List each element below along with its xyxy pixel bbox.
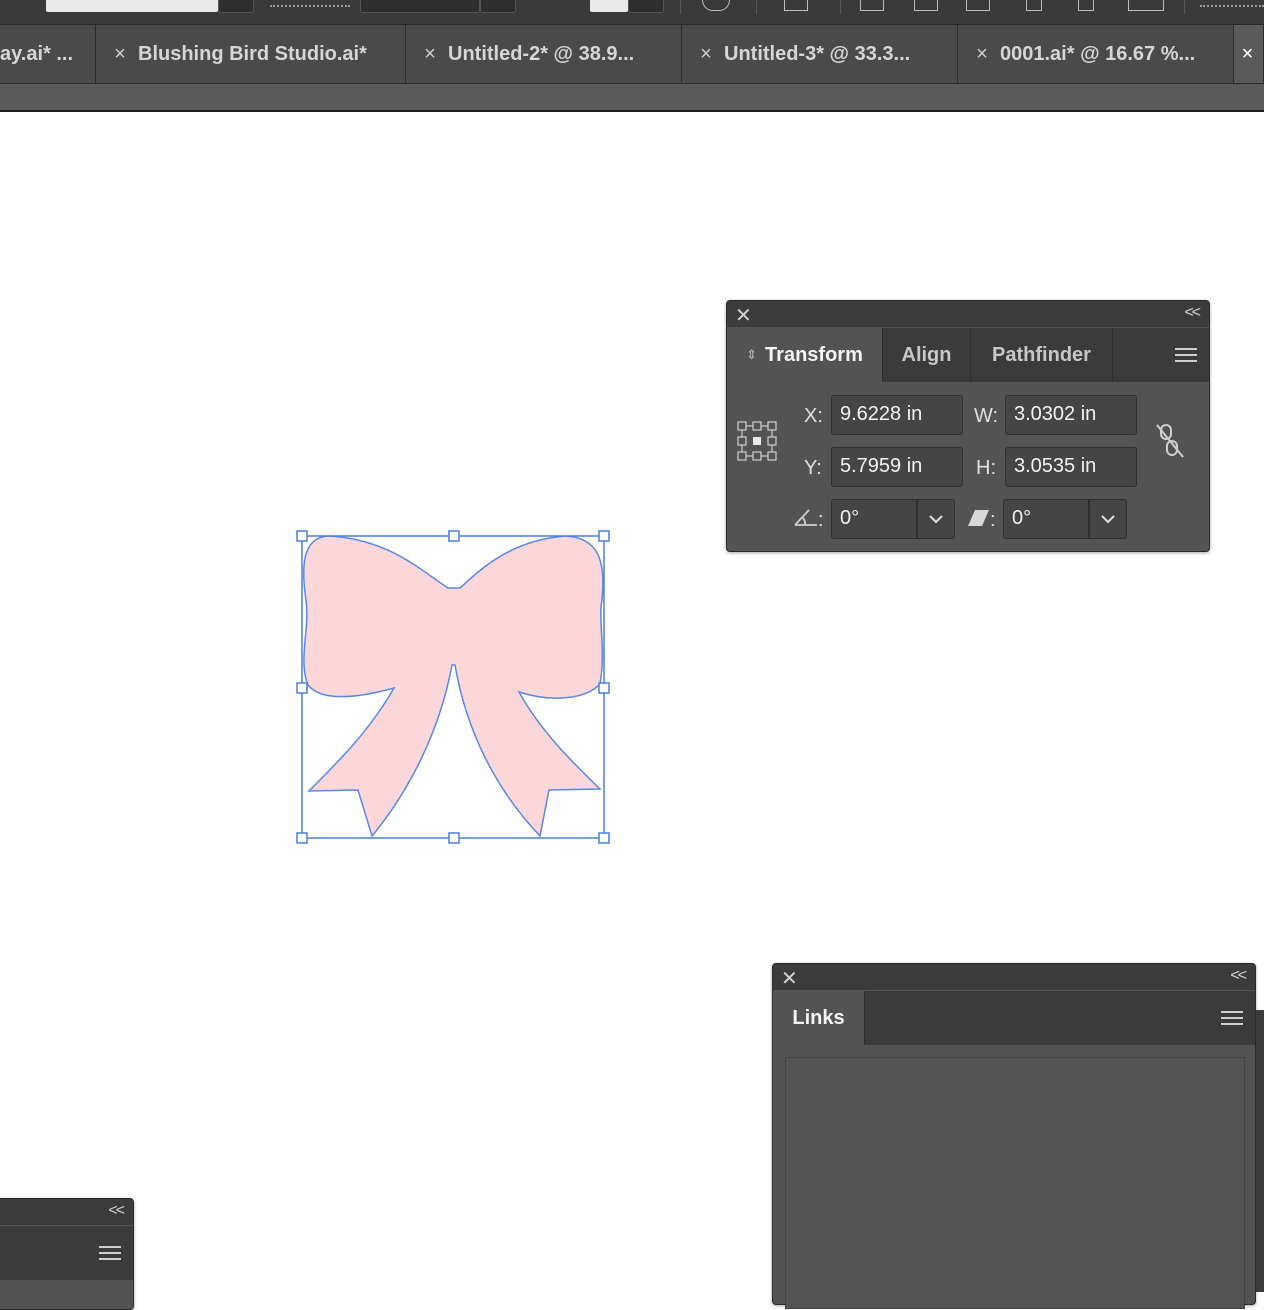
- y-label: Y:: [804, 457, 822, 479]
- align-left-icon[interactable]: [860, 0, 884, 11]
- y-field[interactable]: 5.7959 in: [831, 447, 963, 487]
- close-icon[interactable]: ✕: [735, 303, 752, 328]
- rotate-icon: [794, 509, 817, 526]
- tab-document-1[interactable]: ay.ai* ...: [0, 25, 96, 83]
- shear-dropdown[interactable]: [1089, 499, 1127, 539]
- transform-icon[interactable]: [784, 0, 808, 11]
- tab-blushing-bird-studio[interactable]: × Blushing Bird Studio.ai*: [96, 25, 406, 83]
- align-center-icon[interactable]: [914, 0, 938, 11]
- opacity-field[interactable]: [590, 0, 628, 12]
- panel-menu-icon[interactable]: [99, 1246, 121, 1260]
- panel-tabs: ⇕ Transform Align Pathfinder: [727, 328, 1209, 382]
- globe-icon[interactable]: [702, 0, 730, 11]
- rotate-label: :: [818, 509, 824, 531]
- close-icon[interactable]: ×: [110, 43, 130, 66]
- control-bar: [0, 0, 1264, 25]
- collapse-icon[interactable]: <<: [1184, 304, 1201, 322]
- close-icon[interactable]: ✕: [781, 966, 798, 991]
- close-icon[interactable]: ×: [420, 43, 440, 66]
- align-top-icon[interactable]: [1026, 0, 1042, 11]
- close-icon[interactable]: ×: [1240, 43, 1255, 66]
- document-tab-bar: ay.ai* ... × Blushing Bird Studio.ai* × …: [0, 25, 1264, 84]
- panel-header: ✕ <<: [727, 301, 1209, 327]
- tab-active[interactable]: ×: [1234, 25, 1264, 83]
- tab-untitled-3[interactable]: × Untitled-3* @ 33.3...: [682, 25, 958, 83]
- more-options[interactable]: [1200, 1, 1264, 7]
- fill-swatch-field[interactable]: [46, 0, 218, 12]
- rotate-dropdown[interactable]: [917, 499, 955, 539]
- tab-transform[interactable]: ⇕ Transform: [727, 328, 883, 382]
- tab-align[interactable]: Align: [883, 328, 971, 382]
- shear-field[interactable]: 0°: [1003, 499, 1089, 539]
- tab-label: ay.ai* ...: [0, 42, 74, 65]
- chevron-down-icon: [929, 515, 943, 524]
- tab-label: 0001.ai* @ 16.67 %...: [1000, 42, 1196, 65]
- collapse-icon[interactable]: <<: [1230, 967, 1247, 985]
- bow-shape[interactable]: [303, 535, 604, 838]
- tab-0001[interactable]: × 0001.ai* @ 16.67 %...: [958, 25, 1234, 83]
- x-label: X:: [804, 405, 823, 427]
- collapse-icon[interactable]: <<: [108, 1202, 125, 1220]
- links-panel: ✕ << Links: [772, 963, 1256, 1309]
- sort-arrows-icon: ⇕: [746, 347, 758, 362]
- rotate-field[interactable]: 0°: [831, 499, 917, 539]
- tab-untitled-2[interactable]: × Untitled-2* @ 38.9...: [406, 25, 682, 83]
- side-dock-edge: [1256, 1010, 1264, 1292]
- stroke-profile[interactable]: [270, 1, 350, 7]
- w-field[interactable]: 3.0302 in: [1005, 395, 1137, 435]
- brush-field[interactable]: [360, 0, 480, 13]
- transform-panel: ✕ << ⇕ Transform Align Pathfinder X: 9.6…: [726, 300, 1210, 552]
- h-label: H:: [976, 457, 996, 479]
- opacity-dropdown[interactable]: [628, 0, 664, 13]
- shear-icon: [968, 510, 989, 526]
- tab-label: Blushing Bird Studio.ai*: [138, 42, 367, 65]
- panel-header: ✕ <<: [773, 964, 1255, 990]
- brush-dropdown[interactable]: [480, 0, 516, 13]
- tab-pathfinder[interactable]: Pathfinder: [971, 328, 1113, 382]
- align-middle-icon[interactable]: [1078, 0, 1094, 11]
- tab-label: Untitled-3* @ 33.3...: [724, 42, 911, 65]
- close-icon[interactable]: ×: [972, 43, 992, 66]
- reference-point-icon[interactable]: [737, 421, 777, 461]
- tab-label: Untitled-2* @ 38.9...: [448, 42, 635, 65]
- collapsed-panel: <<: [0, 1198, 134, 1310]
- align-bottom-icon[interactable]: [1128, 0, 1164, 11]
- ruler-bar: [0, 84, 1264, 112]
- panel-tabs: [0, 1226, 133, 1280]
- panel-menu-icon[interactable]: [1175, 348, 1197, 362]
- w-label: W:: [974, 405, 999, 427]
- constrain-proportions-icon[interactable]: [1153, 421, 1187, 461]
- panel-tabs: Links: [773, 991, 1255, 1045]
- tab-links[interactable]: Links: [773, 991, 865, 1045]
- panel-header: <<: [0, 1199, 133, 1225]
- shear-label: :: [990, 509, 996, 531]
- links-list[interactable]: [785, 1057, 1245, 1309]
- h-field[interactable]: 3.0535 in: [1005, 447, 1137, 487]
- fill-dropdown[interactable]: [218, 0, 254, 13]
- chevron-down-icon: [1101, 515, 1115, 524]
- x-field[interactable]: 9.6228 in: [831, 395, 963, 435]
- align-right-icon[interactable]: [966, 0, 990, 11]
- close-icon[interactable]: ×: [696, 43, 716, 66]
- panel-menu-icon[interactable]: [1221, 1011, 1243, 1025]
